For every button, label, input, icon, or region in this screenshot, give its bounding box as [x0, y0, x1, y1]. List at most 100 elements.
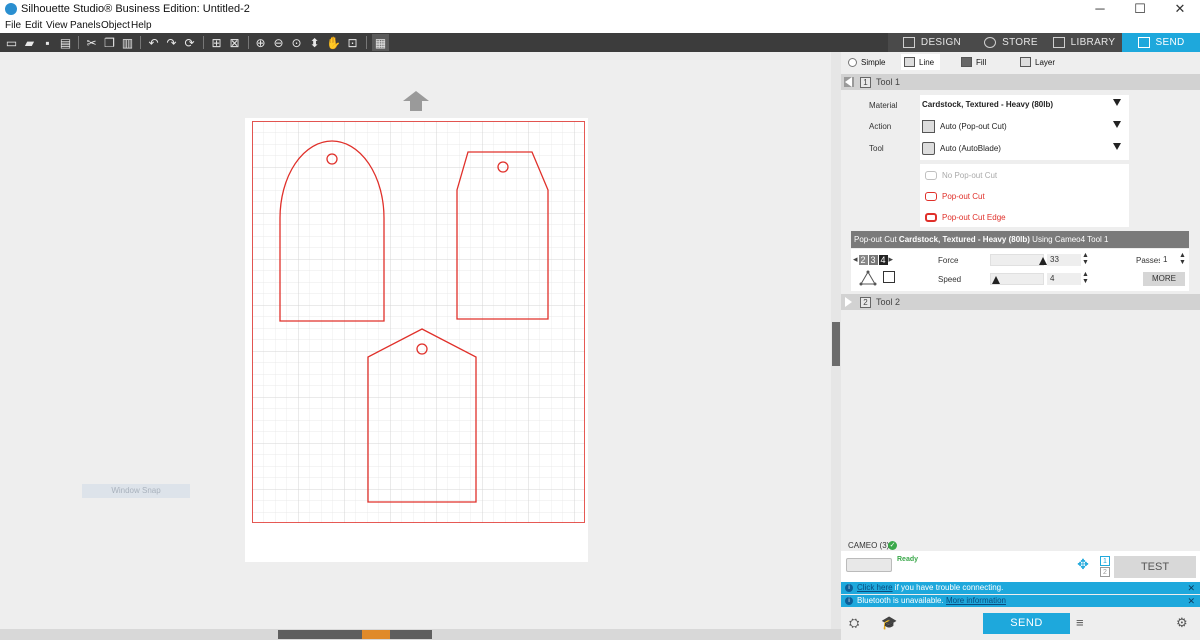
- device-status: Ready: [897, 556, 919, 563]
- mode-fill[interactable]: Fill: [961, 54, 986, 70]
- zoom-out-icon[interactable]: ⊖: [270, 34, 287, 51]
- tutorial-cap-icon[interactable]: 🎓: [881, 615, 901, 631]
- speed-label: Speed: [938, 275, 962, 284]
- zoom-select-icon[interactable]: ⊙: [288, 34, 305, 51]
- menu-panels[interactable]: Panels: [70, 20, 101, 31]
- tool2-header[interactable]: 2 Tool 2: [841, 294, 1200, 310]
- force-stepper-icon[interactable]: ▲ ▼: [1082, 252, 1089, 266]
- close-button[interactable]: ✕: [1160, 0, 1200, 18]
- force-value[interactable]: 33: [1047, 254, 1081, 266]
- more-information-link[interactable]: More information: [946, 596, 1006, 605]
- cut-icon[interactable]: ✂: [83, 34, 100, 51]
- toolbar-divider: [78, 36, 79, 49]
- chevron-down-icon: [1113, 121, 1121, 128]
- force-slider[interactable]: [990, 254, 1048, 266]
- send-button[interactable]: SEND: [983, 613, 1070, 634]
- move-blade-arrows-icon[interactable]: ✥: [1070, 556, 1096, 574]
- blade-digit-2[interactable]: 2: [858, 254, 868, 265]
- collapse-toggle[interactable]: [844, 77, 854, 87]
- grid-pattern-icon[interactable]: ▦: [372, 34, 389, 51]
- tool-slot-2-icon[interactable]: 2: [1100, 567, 1110, 577]
- toolbar-divider: [140, 36, 141, 49]
- option-popout-cut[interactable]: Pop-out Cut: [925, 187, 985, 205]
- passes-value[interactable]: 1: [1160, 254, 1176, 266]
- tool-dropdown[interactable]: Auto (AutoBlade): [922, 138, 1127, 158]
- mode-simple[interactable]: Simple: [848, 54, 885, 70]
- vertical-scrollbar[interactable]: [831, 52, 841, 629]
- action-label: Action: [869, 122, 892, 131]
- horizontal-scroll-thumb[interactable]: [278, 630, 432, 639]
- arrow-right-icon[interactable]: ▸: [889, 254, 894, 265]
- blade-digit-3[interactable]: 3: [868, 254, 878, 265]
- material-value: Cardstock, Textured - Heavy (80lb): [922, 99, 1054, 109]
- menu-edit[interactable]: Edit: [25, 20, 42, 31]
- redraw-icon[interactable]: ⟳: [181, 34, 198, 51]
- popout-edge-icon: [925, 212, 937, 222]
- connection-help-text: if you have trouble connecting.: [892, 583, 1004, 592]
- material-dropdown[interactable]: Cardstock, Textured - Heavy (80lb): [922, 94, 1127, 114]
- mode-line-label: Line: [919, 57, 935, 67]
- passes-stepper-icon[interactable]: ▲ ▼: [1179, 252, 1186, 266]
- option-popout-cut-edge[interactable]: Pop-out Cut Edge: [925, 208, 1006, 226]
- menu-bar: File Edit View Panels Object Help: [0, 18, 1200, 33]
- tab-design[interactable]: DESIGN: [888, 33, 976, 52]
- minimize-button[interactable]: ─: [1080, 0, 1120, 18]
- menu-view[interactable]: View: [46, 20, 68, 31]
- arrow-left-icon[interactable]: ◂: [853, 254, 858, 265]
- undo-icon[interactable]: ↶: [145, 34, 162, 51]
- tool1-header[interactable]: 1 Tool 1: [841, 74, 1200, 90]
- action-dropdown[interactable]: Auto (Pop-out Cut): [922, 116, 1127, 136]
- speed-slider[interactable]: [990, 273, 1044, 285]
- pan-hand-icon[interactable]: ✋: [325, 34, 342, 51]
- machine-settings-icon[interactable]: ⛭: [849, 615, 869, 631]
- test-button[interactable]: TEST: [1114, 556, 1196, 578]
- tab-send[interactable]: SEND: [1122, 33, 1200, 52]
- close-icon[interactable]: ✕: [1187, 595, 1195, 607]
- expand-toggle[interactable]: [845, 297, 852, 307]
- mode-layer[interactable]: Layer: [1020, 54, 1055, 70]
- gear-icon[interactable]: ⚙: [1176, 615, 1192, 631]
- settings-suffix: Using Cameo4 Tool 1: [1029, 235, 1109, 244]
- print-icon[interactable]: ▤: [57, 34, 74, 51]
- vertical-scroll-thumb[interactable]: [832, 322, 840, 366]
- speed-slider-knob[interactable]: [992, 276, 1001, 284]
- tab-send-label: SEND: [1155, 37, 1185, 48]
- blade-depth-selector[interactable]: ◂ 2 3 4 ▸: [853, 253, 905, 266]
- action-value: Auto (Pop-out Cut): [940, 121, 1007, 131]
- select-all-icon[interactable]: ⊞: [208, 34, 225, 51]
- maximize-button[interactable]: ☐: [1120, 0, 1160, 18]
- more-button[interactable]: MORE: [1143, 272, 1185, 286]
- triangle-registration-icon[interactable]: [859, 270, 877, 286]
- tab-library[interactable]: LIBRARY: [1046, 33, 1122, 52]
- option-no-popout-cut[interactable]: No Pop-out Cut: [925, 166, 997, 184]
- settings-prefix: Pop-out Cut: [854, 235, 899, 244]
- blade-digit-4[interactable]: 4: [878, 254, 888, 265]
- tab-store[interactable]: STORE: [976, 33, 1046, 52]
- info-bar-connection: i Click here if you have trouble connect…: [841, 582, 1200, 594]
- copy-icon[interactable]: ❐: [101, 34, 118, 51]
- deselect-icon[interactable]: ⊠: [226, 34, 243, 51]
- tool-slot-1-icon[interactable]: 1: [1100, 556, 1110, 566]
- menu-object[interactable]: Object: [101, 20, 130, 31]
- fit-to-page-icon[interactable]: ⬍: [306, 34, 323, 51]
- new-file-icon[interactable]: ▭: [3, 34, 20, 51]
- menu-file[interactable]: File: [5, 20, 21, 31]
- zoom-fit-icon[interactable]: ⊡: [344, 34, 361, 51]
- cutting-mat[interactable]: [245, 118, 588, 562]
- queue-list-icon[interactable]: ≡: [1076, 615, 1086, 631]
- open-folder-icon[interactable]: ▰: [21, 34, 38, 51]
- paste-icon[interactable]: ▥: [119, 34, 136, 51]
- mode-line[interactable]: Line: [901, 54, 941, 70]
- double-cut-checkbox[interactable]: [883, 271, 895, 283]
- speed-value[interactable]: 4: [1047, 273, 1081, 285]
- click-here-link[interactable]: Click here: [857, 583, 893, 592]
- zoom-in-icon[interactable]: ⊕: [252, 34, 269, 51]
- close-icon[interactable]: ✕: [1187, 582, 1195, 594]
- redo-icon[interactable]: ↷: [163, 34, 180, 51]
- horizontal-scrollbar[interactable]: [0, 629, 841, 640]
- toolbar-divider: [366, 36, 367, 49]
- menu-help[interactable]: Help: [131, 20, 152, 31]
- autoblade-icon: [922, 141, 935, 155]
- speed-stepper-icon[interactable]: ▲ ▼: [1082, 271, 1089, 285]
- save-icon[interactable]: ▪: [39, 34, 56, 51]
